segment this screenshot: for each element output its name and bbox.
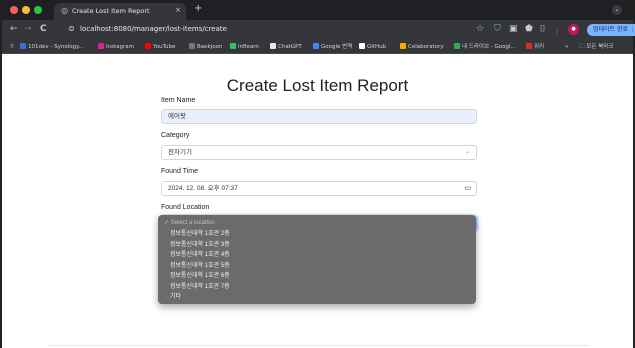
bookmark-favicon-icon [145,43,151,49]
placeholder-text: Select a location [170,220,215,226]
bookmark-favicon-icon [454,43,460,49]
maximize-window-button[interactable] [34,6,42,14]
bookmark-favicon-icon [20,43,26,49]
location-option[interactable]: 정보통신대학 1호관 4층 [170,251,230,259]
toolbar-divider: | [556,28,559,35]
location-option[interactable]: 정보통신대학 1호관 6층 [170,272,230,280]
tab-strip: ◎ Create Lost Item Report × + ⌄ [2,0,633,20]
bookmark-favicon-icon [313,43,319,49]
folder-icon: 🗀 [579,44,585,50]
bookmark-favicon-icon [359,43,365,49]
tab-search-button[interactable]: ⌄ [612,5,622,15]
bookmark-label: Baekjoon [197,44,223,50]
extension-shield-icon[interactable]: ⛉ [494,24,501,35]
bookmarks-more-button[interactable]: » [565,43,568,51]
location-option[interactable]: 정보통신대학 1호관 3층 [170,241,230,249]
bookmark-item[interactable]: Baekjoon [189,43,222,51]
bookmark-item[interactable]: ChatGPT [270,43,302,51]
page-content: Create Lost Item Report Item Name 에어팟 Ca… [2,54,633,348]
reload-button[interactable]: C [40,24,47,35]
location-placeholder-option[interactable]: ✓ Select a location [164,219,215,227]
extension-bookmark-icon[interactable]: ▣ [509,24,518,35]
browser-tab[interactable]: ◎ Create Lost Item Report × [54,3,186,20]
bookmark-label: 내 드라이브 - Googl... [462,44,516,50]
close-window-button[interactable] [10,6,18,14]
bookmark-item[interactable]: 101dev - Synology... [20,43,84,51]
address-bar[interactable]: localhost:8080/manager/lost-items/create [80,25,227,33]
extension-icon[interactable]: ⬟ [525,24,533,35]
bookmark-item[interactable]: Colaboratory [400,43,444,51]
bookmark-item[interactable]: Instagram [98,43,134,51]
location-option[interactable]: 기타 [170,293,181,301]
bookmark-item[interactable]: YouTube [145,43,175,51]
forward-button[interactable]: → [24,24,32,35]
item-name-label: Item Name [161,97,196,104]
bookmark-label: GitHub [367,44,387,50]
location-option[interactable]: 정보통신대학 1호관 5층 [170,262,230,270]
bookmark-label: 위키 [534,44,545,50]
found-time-label: Found Time [161,168,198,175]
category-label: Category [161,132,190,139]
bookmark-label: inflearn [238,44,259,50]
bookmark-item[interactable]: inflearn [230,43,259,51]
found-location-label: Found Location [161,204,210,211]
bookmarks-bar: ⠿ 101dev - Synology... Instagram YouTube Ba… [2,40,633,54]
browser-toolbar: ← → C ⊜ localhost:8080/manager/lost-item… [2,20,635,40]
bookmark-favicon-icon [189,43,195,49]
all-bookmarks-label: 모든 북마크 [586,44,614,50]
bookmark-label: 101dev - Synology... [28,44,84,50]
chevron-down-icon: ⌄ [464,149,470,155]
calendar-icon[interactable]: ▭ [464,182,471,195]
bookmark-item[interactable]: 내 드라이브 - Googl... [454,43,516,51]
footer-divider [48,345,590,346]
minimize-window-button[interactable] [22,6,30,14]
bookmark-favicon-icon [98,43,104,49]
checkmark-icon: ✓ [164,220,171,226]
tab-title: Create Lost Item Report [72,7,150,15]
new-tab-button[interactable]: + [194,4,202,14]
bookmark-item[interactable]: 위키 [526,43,544,51]
found-time-input[interactable]: 2024. 12. 08. 오후 07:37 ▭ [161,181,477,196]
profile-avatar[interactable]: ● [568,24,579,35]
star-icon[interactable]: ☆ [476,24,484,35]
bookmark-label: Instagram [106,44,134,50]
site-info-icon[interactable]: ⊜ [68,24,75,33]
update-button[interactable]: 업데이트 완료 ⋮ [587,24,635,36]
found-time-value: 2024. 12. 08. 오후 07:37 [168,185,238,192]
bookmark-label: Colaboratory [408,44,444,50]
bookmark-favicon-icon [270,43,276,49]
all-bookmarks-button[interactable]: 🗀 모든 북마크 [579,43,613,51]
category-value: 전자기기 [168,149,192,156]
category-select[interactable]: 전자기기 ⌄ [161,145,477,160]
location-dropdown: ✓ Select a location 정보통신대학 1호관 2층정보통신대학 … [158,215,476,304]
close-tab-icon[interactable]: × [175,6,181,14]
location-option[interactable]: 정보통신대학 1호관 7층 [170,283,230,291]
globe-icon: ◎ [61,6,68,15]
bookmark-favicon-icon [230,43,236,49]
apps-grid-icon[interactable]: ⠿ [10,43,14,51]
bookmark-item[interactable]: Google 번역 [313,43,352,51]
bookmark-favicon-icon [400,43,406,49]
bookmark-label: ChatGPT [278,44,302,50]
bookmark-favicon-icon [526,43,532,49]
bookmark-label: YouTube [153,44,176,50]
bookmark-item[interactable]: GitHub [359,43,386,51]
back-button[interactable]: ← [10,24,18,35]
item-name-input[interactable]: 에어팟 [161,109,477,124]
side-panel-icon[interactable]: ⌷ [540,24,545,35]
bookmark-label: Google 번역 [321,44,353,50]
page-title: Create Lost Item Report [226,76,409,95]
location-option[interactable]: 정보통신대학 1호관 2층 [170,230,230,238]
